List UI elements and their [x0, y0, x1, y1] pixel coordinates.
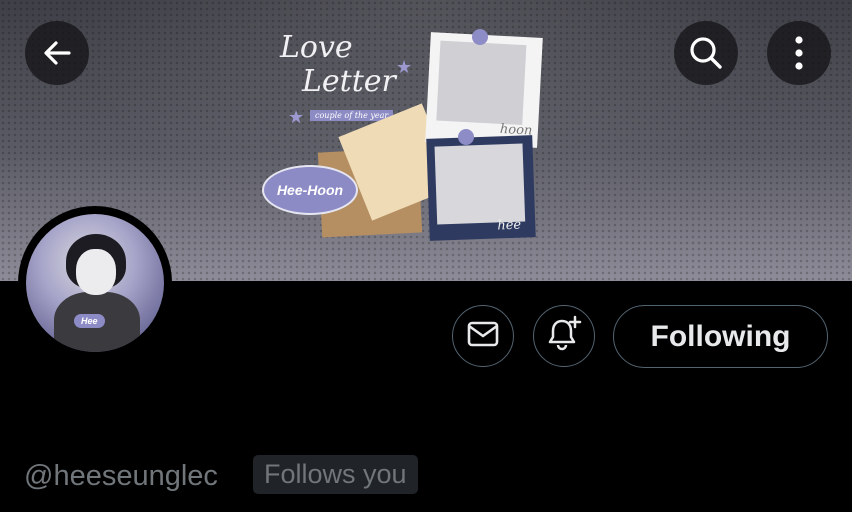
photo2-caption: hee [497, 217, 522, 234]
polaroid-photo-2: hee [426, 135, 536, 241]
search-icon [687, 34, 725, 72]
more-vertical-icon [793, 34, 805, 72]
banner-title: Love Letter [280, 33, 396, 97]
avatar-label: Hee [74, 314, 105, 328]
avatar[interactable]: Hee [18, 206, 172, 360]
heehoon-badge: Hee-Hoon [262, 165, 358, 215]
envelope-icon [466, 319, 500, 354]
notifications-button[interactable] [533, 305, 595, 367]
message-button[interactable] [452, 305, 514, 367]
photo-portrait [434, 143, 526, 225]
arrow-left-icon [39, 35, 75, 71]
avatar-image: Hee [26, 214, 164, 352]
search-button[interactable] [674, 21, 738, 85]
pin-decoration [472, 29, 488, 45]
bell-plus-icon [545, 315, 583, 358]
back-button[interactable] [25, 21, 89, 85]
following-button[interactable]: Following [613, 305, 828, 368]
pin-decoration [458, 129, 474, 145]
banner-collage: Love Letter ★ ★ couple of the year hoon … [260, 25, 560, 255]
more-options-button[interactable] [767, 21, 831, 85]
star-decoration: ★ [288, 107, 305, 127]
photo-portrait [436, 40, 527, 126]
banner-title-line1: Love [280, 30, 353, 65]
profile-handle: @heeseunglec [24, 460, 218, 492]
avatar-face [76, 249, 116, 295]
star-decoration: ★ [396, 57, 413, 77]
follows-you-badge: Follows you [253, 455, 418, 494]
polaroid-photo-1: hoon [425, 32, 543, 148]
banner-title-line2: Letter [302, 64, 396, 99]
